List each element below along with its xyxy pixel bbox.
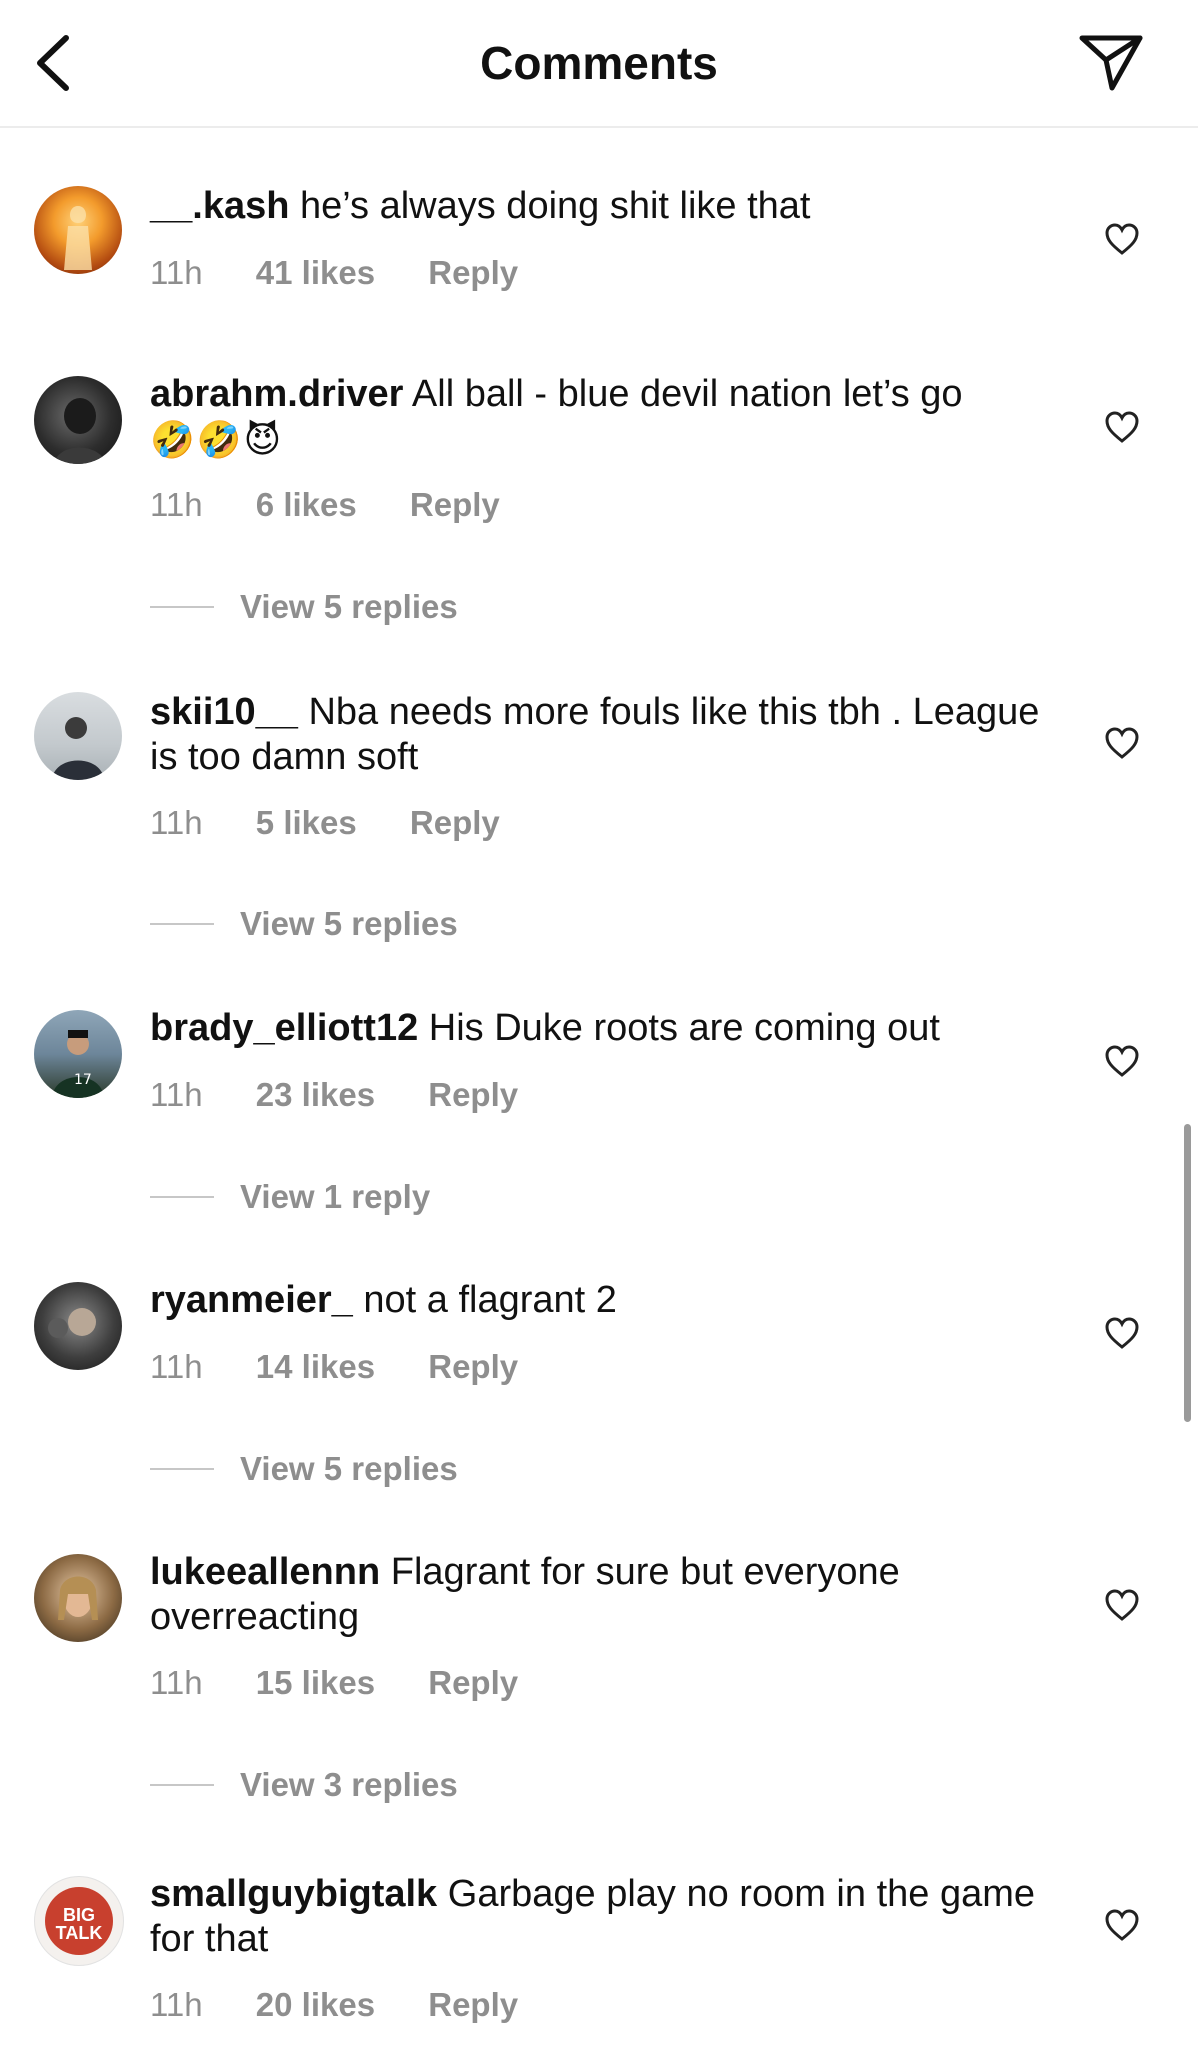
logo-text: TALK <box>56 1923 103 1943</box>
avatar[interactable]: 17 <box>34 1010 122 1098</box>
scrollbar[interactable] <box>1184 1124 1191 1422</box>
heart-icon[interactable] <box>1104 410 1140 444</box>
reply-button[interactable]: Reply <box>428 1986 518 2023</box>
replies-divider <box>150 1196 214 1199</box>
avatar[interactable] <box>34 1282 122 1370</box>
view-replies-button[interactable]: View 5 replies <box>150 1450 458 1488</box>
comment-username[interactable]: smallguybigtalk <box>150 1873 437 1915</box>
comment-meta: 11h 23 likes Reply <box>150 1076 562 1114</box>
heart-icon[interactable] <box>1104 1588 1140 1622</box>
avatar[interactable] <box>34 376 122 464</box>
reply-button[interactable]: Reply <box>428 254 518 291</box>
replies-divider <box>150 606 214 609</box>
reply-button[interactable]: Reply <box>428 1076 518 1113</box>
comment-body: he’s always doing shit like that <box>300 185 811 227</box>
comment-meta: 11h 6 likes Reply <box>150 486 544 524</box>
heart-icon[interactable] <box>1104 1316 1140 1350</box>
comment-time: 11h <box>150 1348 203 1385</box>
comment-likes[interactable]: 5 likes <box>256 804 357 841</box>
heart-icon[interactable] <box>1104 726 1140 760</box>
replies-divider <box>150 923 214 926</box>
comment-time: 11h <box>150 1986 203 2023</box>
view-replies-label: View 5 replies <box>240 905 458 942</box>
comment-likes[interactable]: 6 likes <box>256 486 357 523</box>
avatar[interactable] <box>34 186 122 274</box>
comment-time: 11h <box>150 1076 203 1113</box>
comment-text: lukeeallennn Flagrant for sure but every… <box>150 1550 1050 1640</box>
comment-likes[interactable]: 15 likes <box>256 1664 375 1701</box>
comment-meta: 11h 5 likes Reply <box>150 804 544 842</box>
reply-button[interactable]: Reply <box>410 804 500 841</box>
comment-likes[interactable]: 41 likes <box>256 254 375 291</box>
view-replies-button[interactable]: View 3 replies <box>150 1766 458 1804</box>
comment-username[interactable]: skii10__ <box>150 691 298 733</box>
comment-likes[interactable]: 14 likes <box>256 1348 375 1385</box>
comment-time: 11h <box>150 804 203 841</box>
view-replies-label: View 5 replies <box>240 588 458 625</box>
comment-emoji: 🤣🤣😈 <box>150 419 284 460</box>
heart-icon[interactable] <box>1104 1044 1140 1078</box>
view-replies-label: View 1 reply <box>240 1178 431 1215</box>
avatar[interactable] <box>34 1554 122 1642</box>
view-replies-button[interactable]: View 1 reply <box>150 1178 430 1216</box>
heart-icon[interactable] <box>1104 222 1140 256</box>
comment-meta: 11h 20 likes Reply <box>150 1986 562 2024</box>
comment-text: ryanmeier_ not a flagrant 2 <box>150 1278 1050 1323</box>
logo-text: BIG <box>63 1905 95 1925</box>
comment-username[interactable]: ryanmeier_ <box>150 1279 353 1321</box>
comments-header: Comments <box>0 0 1198 128</box>
comment-likes[interactable]: 20 likes <box>256 1986 375 2023</box>
comment-text: __.kash he’s always doing shit like that <box>150 184 1050 229</box>
comment-text: brady_elliott12 His Duke roots are comin… <box>150 1006 1050 1051</box>
comment-body: not a flagrant 2 <box>363 1279 617 1321</box>
reply-button[interactable]: Reply <box>428 1348 518 1385</box>
view-replies-label: View 3 replies <box>240 1766 458 1803</box>
page-title: Comments <box>480 37 718 89</box>
comment-time: 11h <box>150 486 203 523</box>
comment-text: abrahm.driver All ball - blue devil nati… <box>150 372 1050 463</box>
comment-text: skii10__ Nba needs more fouls like this … <box>150 690 1050 780</box>
comment-time: 11h <box>150 254 203 291</box>
comment-meta: 11h 41 likes Reply <box>150 254 562 292</box>
comment-time: 11h <box>150 1664 203 1701</box>
avatar[interactable] <box>34 692 122 780</box>
view-replies-label: View 5 replies <box>240 1450 458 1487</box>
svg-text:17: 17 <box>74 1072 92 1088</box>
reply-button[interactable]: Reply <box>428 1664 518 1701</box>
view-replies-button[interactable]: View 5 replies <box>150 905 458 943</box>
comment-body: All ball - blue devil nation let’s go <box>411 373 963 415</box>
comment-username[interactable]: brady_elliott12 <box>150 1007 418 1049</box>
avatar[interactable]: BIG TALK <box>34 1876 124 1966</box>
heart-icon[interactable] <box>1104 1908 1140 1942</box>
comment-body: His Duke roots are coming out <box>428 1007 940 1049</box>
comment-likes[interactable]: 23 likes <box>256 1076 375 1113</box>
comment-username[interactable]: lukeeallennn <box>150 1551 380 1593</box>
comment-text: smallguybigtalk Garbage play no room in … <box>150 1872 1050 1962</box>
view-replies-button[interactable]: View 5 replies <box>150 588 458 626</box>
replies-divider <box>150 1784 214 1787</box>
replies-divider <box>150 1468 214 1471</box>
comment-username[interactable]: __.kash <box>150 185 289 227</box>
comment-meta: 11h 15 likes Reply <box>150 1664 562 1702</box>
comment-username[interactable]: abrahm.driver <box>150 373 403 415</box>
comment-meta: 11h 14 likes Reply <box>150 1348 562 1386</box>
reply-button[interactable]: Reply <box>410 486 500 523</box>
send-icon[interactable] <box>1076 30 1146 94</box>
